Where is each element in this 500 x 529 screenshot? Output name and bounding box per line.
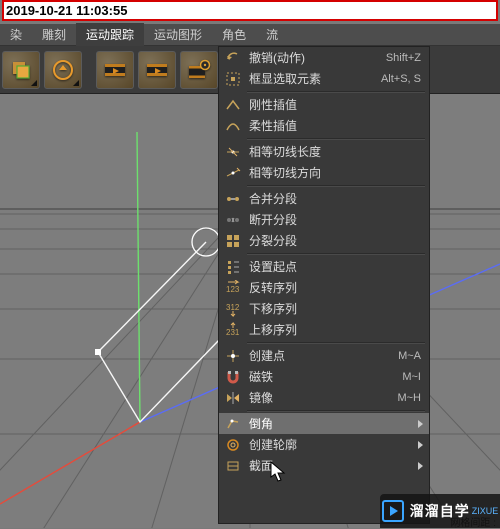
curve-soft-icon <box>225 118 241 134</box>
break-pts-icon <box>225 212 241 228</box>
merge-pts-icon <box>225 191 241 207</box>
seq-down-icon: 312 <box>225 301 241 317</box>
menu-label: 分裂分段 <box>249 232 297 249</box>
menu-item-curve-hard[interactable]: 刚性插值 <box>219 94 429 115</box>
menu-tabs: 染 雕刻 运动跟踪 运动图形 角色 流 <box>0 24 500 46</box>
toolbar-btn-2-icon[interactable] <box>44 51 82 89</box>
menu-label: 反转序列 <box>249 279 297 296</box>
tab-character[interactable]: 角色 <box>212 23 256 46</box>
menu-label: 合并分段 <box>249 190 297 207</box>
menu-item-split-pts[interactable]: 分裂分段 <box>219 230 429 251</box>
submenu-arrow-icon <box>418 441 423 449</box>
submenu-arrow-icon <box>418 420 423 428</box>
menu-label: 设置起点 <box>249 258 297 275</box>
toolbar-btn-film-2-icon[interactable] <box>138 51 176 89</box>
timestamp-text: 2019-10-21 11:03:55 <box>6 3 127 18</box>
tangent-len-icon <box>225 144 241 160</box>
menu-label: 下移序列 <box>249 300 297 317</box>
magnet-icon <box>225 369 241 385</box>
menu-item-tangent-dir[interactable]: 相等切线方向 <box>219 162 429 183</box>
outline-icon <box>225 437 241 453</box>
menu-item-chamfer[interactable]: 倒角 <box>219 413 429 434</box>
tab-sculpt[interactable]: 雕刻 <box>32 23 76 46</box>
svg-text:231: 231 <box>226 328 240 337</box>
timestamp-overlay: 2019-10-21 11:03:55 <box>2 0 498 21</box>
seq-up-icon: 231 <box>225 322 241 338</box>
menu-item-create-pt[interactable]: 创建点 M~A <box>219 345 429 366</box>
watermark-sub: ZIXUE <box>472 506 499 516</box>
menu-label: 相等切线方向 <box>249 164 321 181</box>
menu-label: 框显选取元素 <box>249 70 321 87</box>
menu-label: 刚性插值 <box>249 96 297 113</box>
menu-label: 创建点 <box>249 347 285 364</box>
menu-item-curve-soft[interactable]: 柔性插值 <box>219 115 429 136</box>
set-start-icon <box>225 259 241 275</box>
play-icon <box>382 500 404 522</box>
menu-label: 创建轮廓 <box>249 436 297 453</box>
menu-item-seq-up[interactable]: 231 上移序列 <box>219 319 429 340</box>
menu-item-set-start[interactable]: 设置起点 <box>219 256 429 277</box>
menu-item-seq-rev[interactable]: 123 反转序列 <box>219 277 429 298</box>
menu-shortcut: Shift+Z <box>386 52 421 64</box>
watermark-text: 溜溜自学 <box>410 501 470 521</box>
create-pt-icon <box>225 348 241 364</box>
menu-label: 镜像 <box>249 389 273 406</box>
menu-label: 断开分段 <box>249 211 297 228</box>
submenu-arrow-icon <box>418 462 423 470</box>
tangent-dir-icon <box>225 165 241 181</box>
tab-render[interactable]: 染 <box>0 23 32 46</box>
section-icon <box>225 458 241 474</box>
curve-hard-icon <box>225 97 241 113</box>
menu-item-seq-down[interactable]: 312 下移序列 <box>219 298 429 319</box>
undo-curve-icon <box>225 50 241 66</box>
menu-item-section[interactable]: 截面 <box>219 455 429 476</box>
menu-item-frame-sel[interactable]: 框显选取元素 Alt+S, S <box>219 68 429 89</box>
menu-item-merge-pts[interactable]: 合并分段 <box>219 188 429 209</box>
frame-sel-icon <box>225 71 241 87</box>
menu-label: 柔性插值 <box>249 117 297 134</box>
menu-shortcut: Alt+S, S <box>381 73 421 85</box>
svg-text:123: 123 <box>226 285 240 294</box>
svg-text:312: 312 <box>226 303 240 312</box>
tab-motion-graphics[interactable]: 运动图形 <box>144 23 212 46</box>
tab-pipeline[interactable]: 流 <box>256 23 288 46</box>
menu-item-tangent-len[interactable]: 相等切线长度 <box>219 141 429 162</box>
menu-label: 相等切线长度 <box>249 143 321 160</box>
menu-item-outline[interactable]: 创建轮廓 <box>219 434 429 455</box>
mirror-icon <box>225 390 241 406</box>
tab-motion-tracking[interactable]: 运动跟踪 <box>76 23 144 46</box>
toolbar-btn-film-gear-icon[interactable] <box>180 51 218 89</box>
toolbar-btn-1-icon[interactable] <box>2 51 40 89</box>
menu-shortcut: M~I <box>402 371 421 383</box>
menu-item-mirror[interactable]: 镜像 M~H <box>219 387 429 408</box>
menu-label: 撤销(动作) <box>249 49 305 66</box>
watermark: 溜溜自学 ZIXUE <box>380 494 500 528</box>
toolbar-btn-film-1-icon[interactable] <box>96 51 134 89</box>
menu-item-undo-curve[interactable]: 撤销(动作) Shift+Z <box>219 47 429 68</box>
mouse-cursor <box>270 461 286 483</box>
context-menu: 撤销(动作) Shift+Z 框显选取元素 Alt+S, S 刚性插值柔性插值相等切线长… <box>218 46 430 524</box>
menu-shortcut: M~H <box>397 392 421 404</box>
menu-label: 上移序列 <box>249 321 297 338</box>
split-pts-icon <box>225 233 241 249</box>
menu-item-magnet[interactable]: 磁铁 M~I <box>219 366 429 387</box>
menu-label: 磁铁 <box>249 368 273 385</box>
menu-label: 倒角 <box>249 415 273 432</box>
menu-item-break-pts[interactable]: 断开分段 <box>219 209 429 230</box>
menu-shortcut: M~A <box>398 350 421 362</box>
chamfer-icon <box>225 416 241 432</box>
seq-rev-icon: 123 <box>225 280 241 296</box>
